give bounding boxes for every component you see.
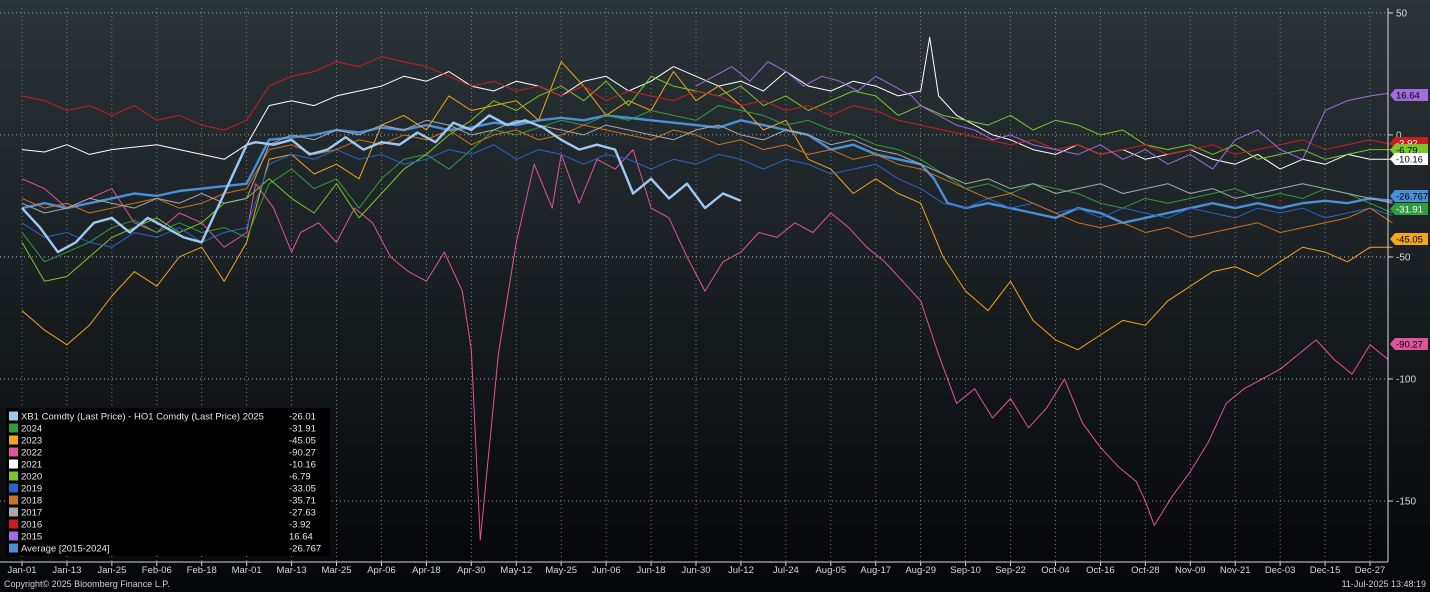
legend-swatch [9, 543, 18, 553]
legend-value: -27.63 [289, 508, 316, 519]
legend-swatch [9, 519, 18, 529]
legend-label: 2017 [21, 508, 42, 519]
x-tick-label: Nov-09 [1175, 565, 1206, 576]
legend-label: 2015 [21, 532, 42, 543]
timestamp-text: 11-Jul-2025 13:48:19 [1342, 579, 1426, 589]
x-tick-label: Apr-18 [412, 565, 441, 576]
legend-label: 2024 [21, 424, 42, 435]
legend-swatch [9, 447, 18, 457]
legend-label: 2021 [21, 460, 42, 471]
legend: XB1 Comdty (Last Price) - HO1 Comdty (La… [6, 408, 330, 556]
spread-chart: 500-50-100-150 Jan-01 Jan-13 Jan-25 Feb-06 F… [0, 0, 1430, 592]
x-tick-label: Sep-10 [950, 565, 981, 576]
legend-value: -10.16 [289, 460, 316, 471]
legend-swatch [9, 471, 18, 481]
tag-value: -90.27 [1396, 340, 1423, 351]
x-tick-label: Dec-03 [1265, 565, 1296, 576]
x-tick-label: Mar-25 [321, 565, 351, 576]
x-tick-label: Jun-18 [637, 565, 666, 576]
legend-value: -35.71 [289, 496, 316, 507]
legend-swatch [9, 531, 18, 541]
legend-swatch [9, 495, 18, 505]
legend-value: -31.91 [289, 424, 316, 435]
last-value-tag-2023: -45.05 [1390, 233, 1428, 246]
x-tick-label: Oct-28 [1131, 565, 1160, 576]
x-tick-label: Jun-06 [592, 565, 621, 576]
tag-value: -45.05 [1396, 235, 1423, 246]
x-tick-label: Mar-13 [277, 565, 307, 576]
legend-label: 2018 [21, 496, 42, 507]
legend-swatch [9, 459, 18, 469]
legend-value: -3.92 [289, 520, 311, 531]
x-tick-label: Sep-22 [995, 565, 1026, 576]
x-tick-label: May-12 [500, 565, 532, 576]
x-tick-label: Jan-25 [97, 565, 126, 576]
x-tick-label: Dec-15 [1310, 565, 1341, 576]
x-tick-label: Aug-05 [815, 565, 846, 576]
legend-swatch [9, 507, 18, 517]
legend-value: 16.64 [289, 532, 313, 543]
legend-background [6, 408, 330, 556]
x-tick-label: Jul-12 [728, 565, 754, 576]
last-value-tag-2015: 16.64 [1390, 89, 1428, 102]
y-tick-label: -100 [1396, 374, 1416, 385]
tag-value: -26.767 [1396, 192, 1428, 203]
legend-label: 2023 [21, 436, 42, 447]
x-tick-label: May-25 [545, 565, 577, 576]
tag-value: -10.16 [1396, 155, 1423, 166]
last-value-tag-average-2015-2024: -26.767 [1390, 190, 1428, 203]
x-tick-label: Aug-17 [860, 565, 891, 576]
x-tick-label: Jul-24 [773, 565, 799, 576]
last-value-tag-2021: -10.16 [1390, 153, 1428, 166]
legend-label: 2019 [21, 484, 42, 495]
x-tick-label: Nov-21 [1220, 565, 1251, 576]
x-tick-label: Oct-16 [1086, 565, 1115, 576]
legend-label: 2022 [21, 448, 42, 459]
legend-value: -45.05 [289, 436, 316, 447]
legend-swatch [9, 483, 18, 493]
y-tick-label: -50 [1396, 252, 1411, 263]
legend-label: Average [2015-2024] [21, 544, 110, 555]
legend-swatch [9, 435, 18, 445]
tag-value: -31.91 [1396, 205, 1423, 216]
legend-label: XB1 Comdty (Last Price) - HO1 Comdty (La… [21, 412, 264, 423]
legend-value: -26.01 [289, 412, 316, 423]
x-tick-label: Aug-29 [905, 565, 936, 576]
x-tick-label: Mar-01 [232, 565, 262, 576]
legend-value: -33.05 [289, 484, 316, 495]
tag-value: 16.64 [1396, 91, 1420, 102]
last-value-tag-2022: -90.27 [1390, 338, 1428, 351]
legend-label: 2016 [21, 520, 42, 531]
x-tick-label: Apr-30 [457, 565, 486, 576]
legend-value: -26.767 [289, 544, 321, 555]
x-tick-label: Jan-13 [52, 565, 81, 576]
copyright-text: Copyright© 2025 Bloomberg Finance L.P. [4, 579, 170, 589]
x-tick-label: Jan-01 [7, 565, 36, 576]
y-tick-label: -150 [1396, 496, 1416, 507]
x-tick-label: Feb-18 [187, 565, 217, 576]
x-axis: Jan-01 Jan-13 Jan-25 Feb-06 Feb-18 Mar-01 Mar-… [0, 561, 1388, 576]
legend-swatch [9, 423, 18, 433]
x-tick-label: Feb-06 [142, 565, 172, 576]
last-value-tag-2024: -31.91 [1390, 203, 1428, 216]
legend-value: -6.79 [289, 472, 311, 483]
x-tick-label: Apr-06 [367, 565, 396, 576]
y-tick-label: 50 [1396, 8, 1408, 19]
legend-value: -90.27 [289, 448, 316, 459]
legend-label: 2020 [21, 472, 42, 483]
x-tick-label: Dec-27 [1355, 565, 1386, 576]
x-tick-label: Oct-04 [1041, 565, 1070, 576]
legend-swatch [9, 411, 18, 421]
x-tick-label: Jun-30 [681, 565, 710, 576]
